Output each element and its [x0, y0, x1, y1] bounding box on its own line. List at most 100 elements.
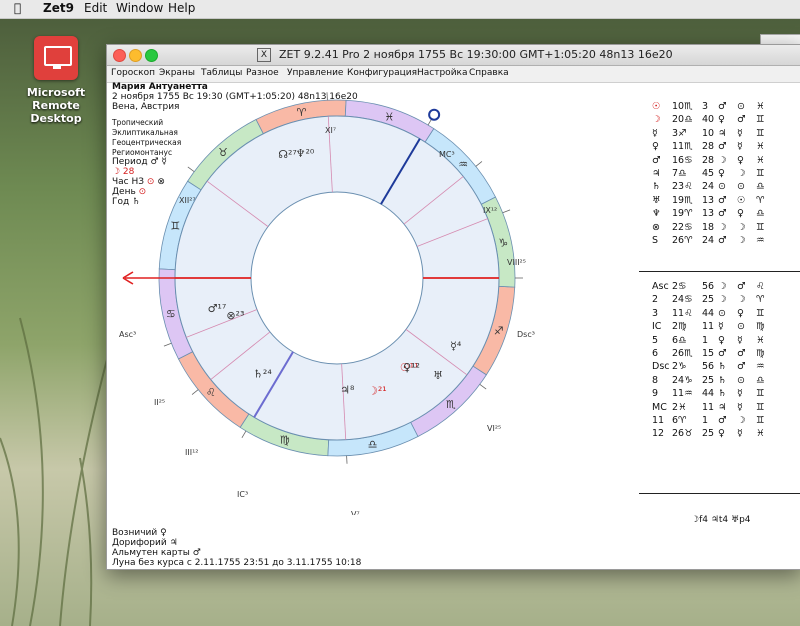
- zodiac-sign: ♈: [297, 106, 307, 119]
- house-cell: 26♏: [672, 347, 693, 359]
- almuten-line: Альмутен карты ♂: [112, 548, 201, 558]
- dsc-label: Dsc³: [517, 330, 535, 339]
- house-cell: 56: [702, 281, 715, 292]
- remote-desktop-tile: [34, 36, 78, 80]
- zodiac-sign: ♐: [494, 324, 504, 337]
- house-cell: 44: [702, 388, 715, 400]
- house-cell: ♒: [756, 361, 765, 373]
- house-cell: 9: [652, 388, 659, 400]
- house-cell: 1: [702, 414, 709, 426]
- planet-cell: ♀: [718, 114, 725, 126]
- planet-cell: ♓: [756, 101, 765, 112]
- house-cell: ♂: [737, 347, 746, 359]
- house-cell: ☿: [737, 334, 743, 346]
- menu-edit[interactable]: Edit: [84, 1, 107, 15]
- house-cell: ♎: [756, 374, 765, 386]
- planet-cell: ☿: [737, 141, 743, 153]
- house-cell: ♀: [737, 307, 744, 319]
- planet-glyph: ♅: [433, 369, 443, 382]
- planet-cell: ♂: [718, 141, 727, 153]
- planet-glyph: ♀¹²: [403, 361, 420, 374]
- planet-cell: 28: [702, 141, 715, 153]
- planet-cell: S: [652, 234, 659, 246]
- planet-cell: ☽: [718, 221, 727, 233]
- house-cell: ☽: [718, 281, 727, 292]
- house-cell: ♈: [756, 294, 765, 306]
- planet-cell: 13: [702, 208, 715, 220]
- remote-desktop-label-1: Microsoft Remote: [26, 86, 86, 112]
- menu-app-name[interactable]: Zet9: [43, 1, 74, 15]
- planet-glyph: ♄²⁴: [253, 368, 272, 381]
- planet-cell: 3♐: [672, 127, 687, 139]
- planet-cell: ☉: [737, 194, 746, 206]
- house-cell: ♓: [756, 334, 765, 346]
- planet-cell: 18: [702, 221, 715, 233]
- cusp-tick: [475, 161, 483, 167]
- planet-cell: ☿: [737, 127, 743, 139]
- house-cell: 2♑: [672, 361, 687, 373]
- house-cell: ⊙: [718, 307, 726, 319]
- menu-help[interactable]: Help: [168, 1, 195, 15]
- planet-cell: ♀: [718, 167, 725, 179]
- house-5-label: V⁷: [351, 510, 360, 515]
- planet-glyph: ⊗²³: [226, 309, 244, 322]
- ruler-line: Возничий ♀: [112, 528, 167, 538]
- house-3-label: III¹²: [185, 448, 199, 457]
- planet-glyph: ♃⁸: [340, 384, 355, 397]
- natal-chart-wheel[interactable]: ♈ ♉ ♊ ♋ ♌ ♍ ♎ ♏ ♐ ♑ ♒ ♓ Asc³ Dsc³ MC³ IC³ II²⁵ III¹² V⁷ VI²…: [107, 45, 547, 515]
- house-cell: MC: [652, 401, 667, 413]
- planet-cell: 13: [702, 194, 715, 206]
- house-cell: 15: [702, 347, 715, 359]
- house-cell: ♂: [737, 361, 746, 373]
- apple-icon[interactable]: : [14, 1, 21, 15]
- house-cell: ♄: [718, 388, 727, 400]
- house-cell: ☿: [737, 401, 743, 413]
- house-9-label: IX¹²: [483, 206, 497, 215]
- planet-cell: ♎: [756, 181, 765, 193]
- remote-desktop-icon[interactable]: Microsoft Remote Desktop: [8, 36, 104, 125]
- cusp-tick: [163, 342, 172, 347]
- planet-cell: 26♈: [672, 234, 693, 246]
- planet-cell: ♓: [756, 141, 765, 153]
- planet-cell: ♊: [756, 221, 765, 233]
- table-divider-1: [639, 271, 800, 272]
- planet-glyph: ♂¹⁷: [208, 302, 227, 315]
- house-cell: Dsc: [652, 361, 670, 373]
- house-cell: 24♋: [672, 294, 693, 306]
- planet-cell: 3: [702, 101, 709, 112]
- house-12-label: XII²⁷: [179, 196, 196, 205]
- planet-cell: ♂: [718, 208, 727, 220]
- planet-cell: 45: [702, 167, 715, 179]
- planet-cell: ☽: [737, 221, 746, 233]
- zodiac-sign: ♑: [498, 236, 508, 249]
- house-cell: ♃: [718, 401, 727, 413]
- inner-circle: [250, 191, 424, 365]
- house-cell: 25: [702, 374, 715, 386]
- house-cell: 6♈: [672, 414, 687, 426]
- menu-window[interactable]: Window: [116, 1, 163, 15]
- house-cell: ⊙: [737, 374, 745, 386]
- zodiac-sign: ♉: [218, 146, 228, 159]
- planet-cell: 11♏: [672, 141, 693, 153]
- house-cell: ♌: [756, 281, 765, 292]
- house-cell: ♀: [718, 334, 725, 346]
- planet-cell: ♎: [756, 208, 765, 220]
- zodiac-sign: ♍: [280, 434, 290, 447]
- house-cell: ♊: [756, 401, 765, 413]
- house-cell: 2: [652, 294, 659, 306]
- house-cell: ♊: [756, 414, 765, 426]
- house-cell: ♓: [756, 428, 765, 440]
- house-cell: ♊: [756, 307, 765, 319]
- house-cell: ⊙: [737, 321, 745, 333]
- planet-cell: ☿: [652, 127, 658, 139]
- planet-glyph: ☊²⁷: [278, 148, 297, 161]
- house-2-label: II²⁵: [154, 398, 165, 407]
- house-cell: 25: [702, 428, 715, 440]
- planet-cell: 22♋: [672, 221, 693, 233]
- cusp-tick: [241, 430, 247, 439]
- house-cell: 11: [652, 414, 665, 426]
- house-cell: ♂: [737, 281, 746, 292]
- house-cell: 6♎: [672, 334, 687, 346]
- house-cell: 2♋: [672, 281, 687, 292]
- planet-cell: ♊: [756, 127, 765, 139]
